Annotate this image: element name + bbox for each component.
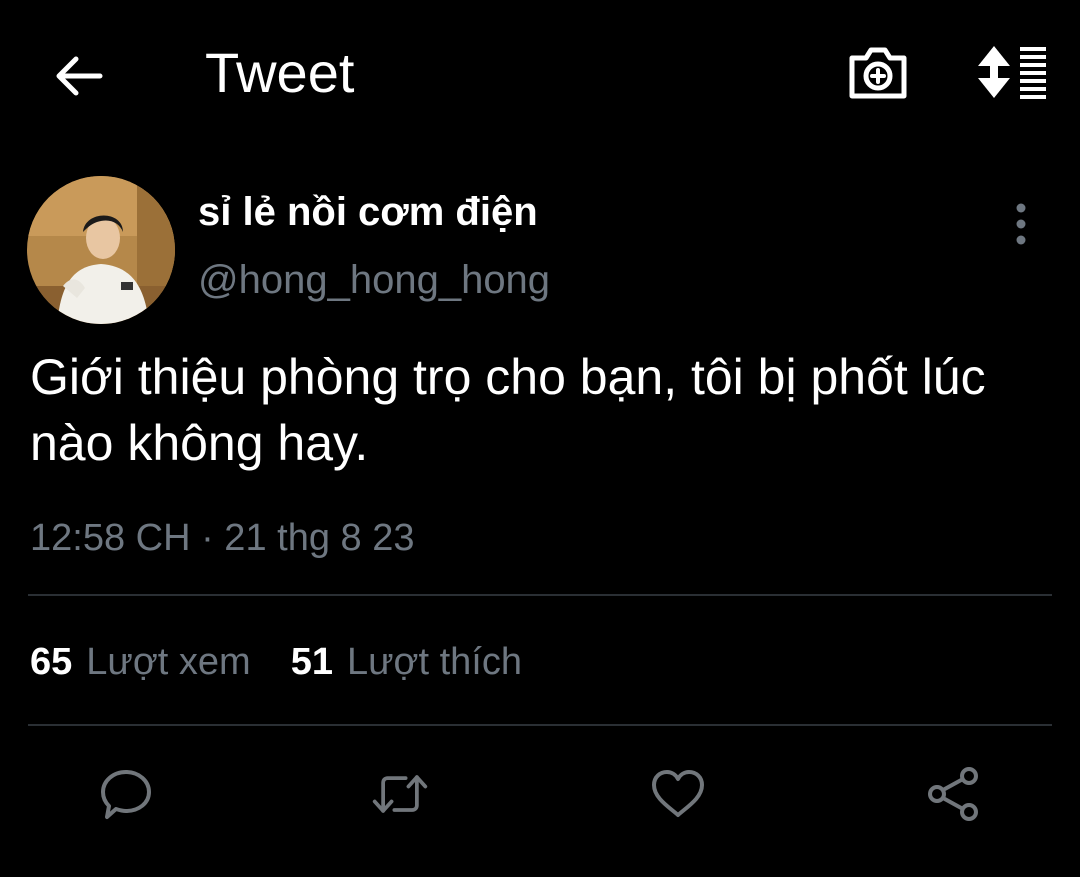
retweet-button[interactable] (370, 764, 430, 824)
reply-button[interactable] (96, 764, 156, 824)
share-button[interactable] (924, 764, 984, 824)
author-handle[interactable]: @hong_hong_hong (198, 254, 550, 306)
arrow-left-icon (56, 56, 103, 96)
views-label: Lượt xem (86, 641, 251, 683)
divider (28, 724, 1052, 726)
likes-stat[interactable]: 51 Lượt thích (291, 636, 522, 688)
author-display-name[interactable]: sỉ lẻ nồi cơm điện (198, 188, 538, 236)
camera-button[interactable] (846, 42, 910, 104)
avatar-image (27, 176, 175, 324)
heart-icon (652, 770, 704, 817)
more-vertical-icon (1016, 203, 1026, 245)
likes-count: 51 (290, 641, 333, 683)
like-button[interactable] (648, 764, 708, 824)
likes-label: Lượt thích (346, 641, 522, 683)
tweet-timestamp: 12:58 CH · 21 thg 8 23 (30, 517, 415, 559)
avatar[interactable] (27, 176, 175, 324)
tweet-stats: 65 Lượt xem 51 Lượt thích (30, 636, 562, 690)
back-button[interactable] (50, 48, 106, 104)
reply-icon (101, 770, 151, 819)
sort-list-icon (978, 46, 1046, 99)
share-icon (928, 767, 978, 821)
top-bar: Tweet (0, 0, 1080, 150)
page-title: Tweet (205, 41, 355, 104)
tweet-text: Giới thiệu phòng trọ cho bạn, tôi bị phố… (30, 349, 986, 471)
views-stat[interactable]: 65 Lượt xem (30, 636, 251, 688)
views-count: 65 (30, 641, 73, 683)
sort-button[interactable] (974, 44, 1050, 100)
retweet-icon (372, 775, 428, 813)
camera-plus-icon (849, 47, 907, 99)
more-options-button[interactable] (1004, 200, 1038, 248)
divider (28, 594, 1052, 596)
